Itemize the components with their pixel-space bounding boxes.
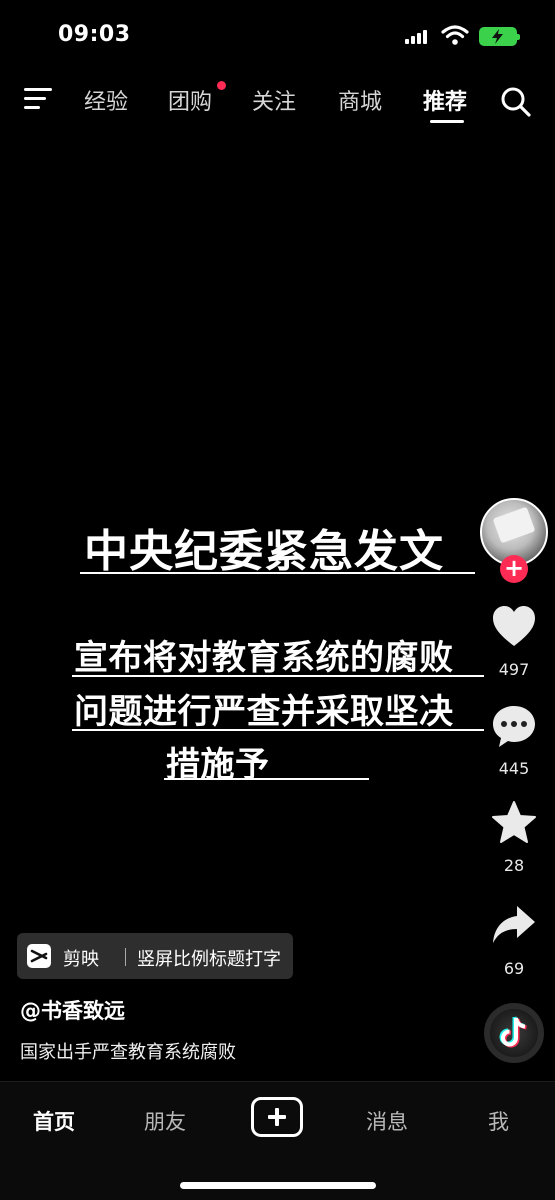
tab-recommended[interactable]: 推荐: [423, 84, 467, 116]
top-navigation: 经验 团购 关注 商城 推荐: [0, 76, 555, 126]
video-caption[interactable]: 国家出手严查教育系统腐败: [20, 1038, 236, 1064]
wifi-icon: [441, 25, 469, 45]
video-text-line-2: 问题进行严查并采取坚决: [74, 692, 454, 732]
search-icon[interactable]: [500, 86, 532, 118]
capcut-divider: [125, 948, 126, 966]
text-underline-1: [72, 675, 484, 677]
follow-button[interactable]: +: [500, 555, 528, 583]
headline-underline: [80, 572, 475, 574]
share-count: 69: [503, 959, 525, 978]
share-icon[interactable]: [491, 902, 537, 948]
home-indicator: [180, 1182, 376, 1189]
menu-icon[interactable]: [24, 86, 54, 112]
tiktok-logo-icon: [499, 1016, 527, 1048]
tab-experience[interactable]: 经验: [84, 84, 128, 116]
status-bar: 09:03: [0, 0, 555, 72]
capcut-template-tag[interactable]: 剪映 竖屏比例标题打字: [17, 933, 293, 979]
signal-icon: [405, 30, 431, 44]
tab-following[interactable]: 关注: [252, 84, 296, 116]
video-text-line-1: 宣布将对教育系统的腐败: [74, 638, 454, 678]
bottom-tab-messages[interactable]: 消息: [366, 1106, 408, 1136]
video-headline: 中央纪委紧急发文: [84, 526, 444, 577]
notification-dot: [217, 81, 226, 90]
status-time: 09:03: [58, 22, 131, 47]
star-icon[interactable]: [491, 800, 537, 846]
music-disc[interactable]: [484, 1003, 544, 1063]
bottom-tab-me[interactable]: 我: [488, 1106, 509, 1136]
battery-icon: [479, 27, 520, 46]
text-underline-3: [164, 778, 369, 780]
creator-username[interactable]: @书香致远: [20, 995, 125, 1025]
create-button[interactable]: [251, 1097, 303, 1137]
capcut-name: 剪映: [63, 949, 99, 970]
tab-mall[interactable]: 商城: [338, 84, 382, 116]
capcut-template-name: 竖屏比例标题打字: [137, 949, 281, 970]
favorite-count: 28: [503, 856, 525, 875]
bottom-tab-friends[interactable]: 朋友: [144, 1106, 186, 1136]
comment-icon[interactable]: [491, 703, 537, 749]
comment-count: 445: [498, 759, 530, 778]
bottom-navigation: 首页 朋友 消息 我: [0, 1081, 555, 1200]
like-count: 497: [498, 660, 530, 679]
heart-icon[interactable]: [491, 604, 537, 650]
tab-group-buy[interactable]: 团购: [168, 84, 212, 116]
capcut-icon: [27, 944, 51, 968]
bottom-tab-home[interactable]: 首页: [33, 1106, 75, 1136]
active-tab-indicator: [430, 120, 464, 123]
text-underline-2: [72, 729, 484, 731]
